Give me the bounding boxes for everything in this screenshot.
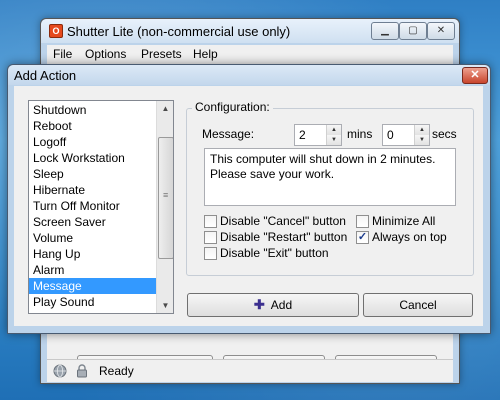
grip-icon: ≡ [163,190,169,200]
globe-icon [53,364,67,378]
checkmark-icon[interactable]: ✓ [356,231,369,244]
list-item-shutdown[interactable]: Shutdown [29,102,160,118]
shutter-app-icon: O [49,24,63,38]
dialog-title: Add Action [14,68,77,83]
list-item-logoff[interactable]: Logoff [29,134,160,150]
secs-stepper[interactable]: 0 ▲ ▼ [382,124,430,146]
status-bar: Ready [47,359,453,382]
mins-stepper[interactable]: 2 ▲ ▼ [294,124,342,146]
list-item-lock-workstation[interactable]: Lock Workstation [29,150,160,166]
list-item-sleep[interactable]: Sleep [29,166,160,182]
main-title-bar: O Shutter Lite (non-commercial use only)… [41,19,459,43]
checkbox-label: Disable "Restart" button [220,230,348,244]
list-item-turn-off-monitor[interactable]: Turn Off Monitor [29,198,160,214]
mins-label: mins [347,127,373,141]
menu-options[interactable]: Options [85,47,126,61]
message-label: Message: [202,127,255,141]
checkbox-label: Always on top [372,230,447,244]
add-action-dialog: Add Action ✕ Shutdown Reboot Logoff Lock… [7,64,491,334]
configuration-label: Configuration: [192,100,273,114]
minimize-button[interactable]: ▁ [371,22,399,40]
checkbox-label: Disable "Cancel" button [220,214,346,228]
mins-up-icon[interactable]: ▲ [327,125,341,135]
secs-value: 0 [387,128,394,142]
secs-down-icon[interactable]: ▼ [415,135,429,145]
list-item-hang-up[interactable]: Hang Up [29,246,160,262]
mins-spin-buttons: ▲ ▼ [326,125,341,145]
list-item-reboot[interactable]: Reboot [29,118,160,134]
checkbox-label: Minimize All [372,214,436,228]
secs-spin-buttons: ▲ ▼ [414,125,429,145]
dialog-title-bar: Add Action ✕ [8,65,490,85]
secs-label: secs [432,127,457,141]
menu-help[interactable]: Help [193,47,218,61]
status-text: Ready [99,364,134,378]
secs-up-icon[interactable]: ▲ [415,125,429,135]
action-listbox[interactable]: Shutdown Reboot Logoff Lock Workstation … [28,100,174,314]
list-item-alarm[interactable]: Alarm [29,262,160,278]
menu-bar: File Options Presets Help [47,45,453,63]
list-item-play-sound[interactable]: Play Sound [29,294,160,310]
checkbox-label: Disable "Exit" button [220,246,329,260]
plus-icon: ✚ [253,297,265,312]
scroll-up-arrow-icon[interactable]: ▲ [158,101,173,116]
main-close-button[interactable]: ✕ [427,22,455,40]
list-item-message[interactable]: Message [29,278,160,294]
menu-presets[interactable]: Presets [141,47,182,61]
mins-down-icon[interactable]: ▼ [327,135,341,145]
add-button-label: Add [270,298,293,312]
checkbox-box[interactable] [204,215,217,228]
list-item-screen-saver[interactable]: Screen Saver [29,214,160,230]
main-window-title: Shutter Lite (non-commercial use only) [67,24,291,39]
list-item-volume[interactable]: Volume [29,230,160,246]
menu-file[interactable]: File [53,47,72,61]
add-button[interactable]: ✚ Add [187,293,359,317]
message-textarea[interactable]: This computer will shut down in 2 minute… [204,148,456,206]
maximize-button[interactable]: ▢ [399,22,427,40]
checkbox-box[interactable] [356,215,369,228]
scroll-thumb[interactable]: ≡ [158,137,173,259]
checkbox-box[interactable] [204,231,217,244]
mins-value: 2 [299,128,306,142]
dialog-client-area: Shutdown Reboot Logoff Lock Workstation … [14,86,483,326]
lock-icon [77,364,87,378]
cancel-button[interactable]: Cancel [363,293,473,317]
message-text: This computer will shut down in 2 minute… [210,152,436,181]
list-item-hibernate[interactable]: Hibernate [29,182,160,198]
scroll-down-arrow-icon[interactable]: ▼ [158,298,173,313]
close-icon[interactable]: ✕ [462,67,488,84]
checkbox-box[interactable] [204,247,217,260]
list-scrollbar[interactable]: ▲ ≡ ▼ [156,101,173,313]
